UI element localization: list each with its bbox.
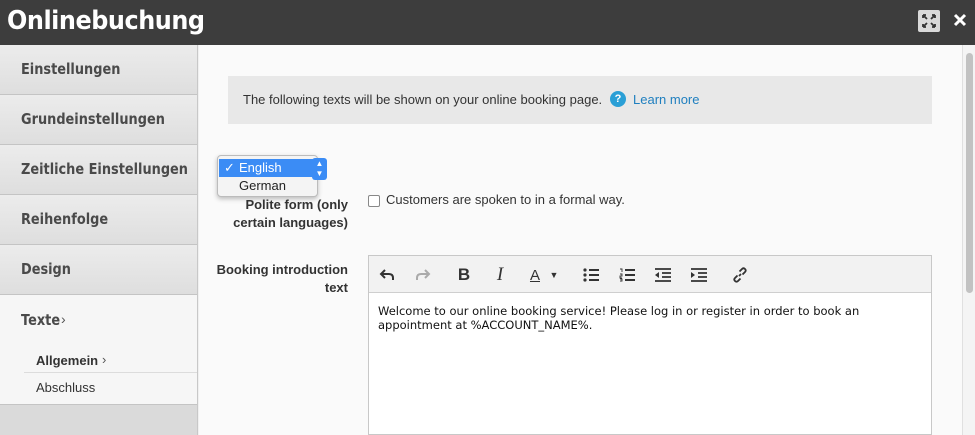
sidebar-item-grundeinstellungen[interactable]: Grundeinstellungen xyxy=(0,95,197,145)
booking-intro-label: Booking introduction text xyxy=(216,262,348,295)
rich-text-editor[interactable]: B I A ▼ Welcome to our online booking se… xyxy=(368,255,932,435)
redo-button[interactable] xyxy=(411,264,435,286)
sidebar-subitem-allgemein[interactable]: Allgemein › xyxy=(24,347,197,373)
sidebar-item-label: Zeitliche Einstellungen xyxy=(21,160,189,178)
bold-button[interactable]: B xyxy=(452,264,476,286)
undo-button[interactable] xyxy=(375,264,399,286)
chevron-right-icon: › xyxy=(61,311,66,327)
polite-form-label: Polite form (only certain languages) xyxy=(233,197,348,230)
redo-icon xyxy=(416,269,431,280)
sidebar-item-label: Reihenfolge xyxy=(21,210,109,228)
sidebar-item-einstellungen[interactable]: Einstellungen xyxy=(0,45,197,95)
sidebar-item-label: Design xyxy=(21,260,71,278)
window-title: Onlinebuchung xyxy=(7,6,205,36)
close-icon xyxy=(953,13,967,27)
undo-icon xyxy=(379,269,394,280)
sidebar-item-texte: Texte › Allgemein › Abschluss xyxy=(0,295,197,405)
language-dropdown[interactable]: ✓ English German xyxy=(217,155,318,197)
sidebar-item-design[interactable]: Design xyxy=(0,245,197,295)
close-button[interactable] xyxy=(948,8,972,32)
expand-button[interactable] xyxy=(918,10,940,32)
sidebar-subitem-label: Allgemein xyxy=(36,353,99,368)
link-button[interactable] xyxy=(728,264,752,286)
info-text: The following texts will be shown on you… xyxy=(243,92,603,107)
option-label: German xyxy=(239,178,286,193)
numbered-list-button[interactable] xyxy=(615,264,639,286)
option-label: English xyxy=(239,160,282,175)
sidebar-item-texte-label[interactable]: Texte xyxy=(21,311,60,329)
editor-content[interactable]: Welcome to our online booking service! P… xyxy=(378,304,923,332)
font-color-button[interactable]: A xyxy=(523,264,547,286)
numbered-list-icon xyxy=(619,268,635,282)
sidebar-item-zeitliche-einstellungen[interactable]: Zeitliche Einstellungen xyxy=(0,145,197,195)
sidebar-item-reihenfolge[interactable]: Reihenfolge xyxy=(0,195,197,245)
learn-more-link[interactable]: Learn more xyxy=(633,92,699,107)
help-icon[interactable]: ? xyxy=(610,91,626,107)
expand-icon xyxy=(922,14,936,28)
indent-icon xyxy=(691,268,707,282)
chevron-down-icon[interactable]: ▼ xyxy=(547,264,561,286)
link-icon xyxy=(733,267,747,283)
editor-toolbar: B I A ▼ xyxy=(369,256,931,293)
dropdown-option-german[interactable]: German xyxy=(219,177,316,195)
vertical-scrollbar[interactable] xyxy=(962,45,975,435)
info-box: The following texts will be shown on you… xyxy=(228,76,932,124)
sidebar: Einstellungen Grundeinstellungen Zeitlic… xyxy=(0,45,198,435)
polite-form-checkbox[interactable] xyxy=(368,195,380,207)
sidebar-item-label: Grundeinstellungen xyxy=(21,110,165,128)
chevron-right-icon: › xyxy=(102,352,107,367)
select-arrows-icon[interactable]: ▲ ▼ xyxy=(312,158,327,180)
bullet-list-button[interactable] xyxy=(579,264,603,286)
checkmark-icon: ✓ xyxy=(224,160,235,175)
outdent-icon xyxy=(655,268,671,282)
italic-button[interactable]: I xyxy=(488,264,512,286)
sidebar-subitem-label: Abschluss xyxy=(36,380,96,395)
indent-button[interactable] xyxy=(687,264,711,286)
bullet-list-icon xyxy=(583,268,599,282)
polite-form-checkbox-label[interactable]: Customers are spoken to in a formal way. xyxy=(386,192,625,207)
scrollbar-thumb[interactable] xyxy=(966,53,973,293)
outdent-button[interactable] xyxy=(651,264,675,286)
sidebar-subitem-abschluss[interactable]: Abschluss xyxy=(24,374,197,400)
sidebar-item-label: Einstellungen xyxy=(21,60,121,78)
title-bar: Onlinebuchung xyxy=(0,0,975,45)
dropdown-option-english[interactable]: ✓ English xyxy=(219,159,316,177)
